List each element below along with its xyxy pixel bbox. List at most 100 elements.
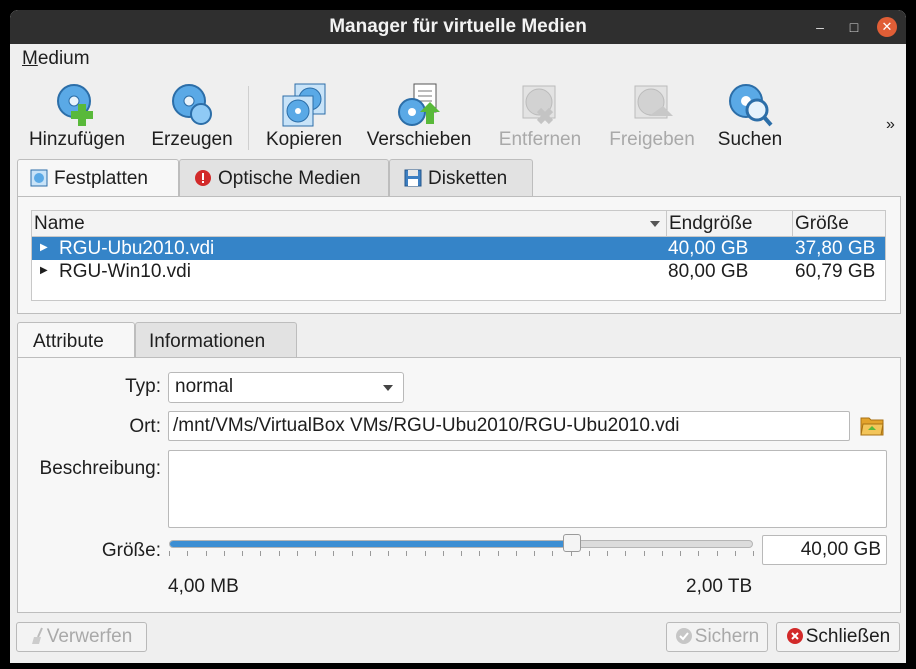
slider-tick (461, 551, 462, 556)
description-field[interactable] (168, 450, 887, 528)
broom-icon (31, 627, 45, 651)
size-slider-handle[interactable] (563, 534, 581, 552)
remove-button-label: Entfernen (498, 129, 582, 150)
slider-tick (443, 551, 444, 556)
table-row[interactable]: ▶ RGU-Ubu2010.vdi 40,00 GB 37,80 GB (32, 237, 885, 260)
tab-hard-disks-label: Festplatten (54, 168, 148, 189)
slider-tick (333, 551, 334, 556)
slider-tick (187, 551, 188, 556)
size-min-label: 4,00 MB (168, 576, 239, 597)
virtual-media-manager-window: Manager für virtuelle Medien – □ ✕ Mediu… (10, 10, 906, 663)
toolbar-overflow-icon[interactable]: » (886, 116, 895, 134)
apply-button-label: Sichern (694, 626, 760, 647)
slider-tick (498, 551, 499, 556)
toolbar: Hinzufügen Erzeugen Kopieren Verschieben (10, 76, 906, 162)
move-button-label: Verschieben (366, 129, 472, 150)
slider-tick (206, 551, 207, 556)
location-label: Ort: (129, 416, 161, 437)
slider-tick (242, 551, 243, 556)
chevron-down-icon (383, 385, 393, 391)
menu-medium-rest: edium (37, 48, 90, 69)
remove-button[interactable]: Entfernen (490, 76, 590, 162)
close-button-label: Schließen (805, 626, 891, 647)
close-button[interactable]: Schließen (776, 622, 900, 652)
slider-tick (625, 551, 626, 556)
release-button-label: Freigeben (609, 129, 695, 150)
copy-button[interactable]: Kopieren (260, 76, 348, 162)
add-button[interactable]: Hinzufügen (22, 76, 132, 162)
copy-disk-icon (281, 82, 327, 128)
slider-tick (406, 551, 407, 556)
row-name: RGU-Ubu2010.vdi (59, 238, 215, 259)
row-name: RGU-Win10.vdi (59, 261, 191, 282)
slider-tick (279, 551, 280, 556)
media-table[interactable]: Name Endgröße Größe ▶ RGU-Ubu2010.vdi 40… (31, 210, 886, 301)
expand-arrow-icon[interactable]: ▶ (40, 242, 48, 253)
slider-tick (388, 551, 389, 556)
move-disk-icon (396, 82, 442, 128)
expand-arrow-icon[interactable]: ▶ (40, 265, 48, 276)
remove-disk-icon (517, 82, 563, 128)
slider-tick (589, 551, 590, 556)
media-list-panel: Name Endgröße Größe ▶ RGU-Ubu2010.vdi 40… (17, 196, 901, 314)
search-disk-icon (727, 82, 773, 128)
toolbar-separator (248, 86, 249, 150)
slider-tick (662, 551, 663, 556)
reset-button-label: Verwerfen (46, 626, 133, 647)
row-endsize: 80,00 GB (668, 261, 749, 282)
create-button-label: Erzeugen (151, 129, 233, 150)
column-header-name[interactable]: Name (32, 211, 666, 237)
floppy-icon (404, 169, 422, 187)
description-label: Beschreibung: (39, 458, 161, 479)
sort-descending-icon (650, 221, 660, 227)
size-max-label: 2,00 TB (686, 576, 753, 597)
column-header-size[interactable]: Größe (792, 211, 885, 237)
slider-tick (297, 551, 298, 556)
slider-tick (698, 551, 699, 556)
tab-attributes[interactable]: Attribute (17, 322, 135, 359)
row-size: 37,80 GB (795, 238, 876, 259)
tab-floppy-disks-label: Disketten (428, 168, 508, 189)
create-disk-icon (169, 82, 215, 128)
maximize-icon[interactable]: □ (844, 17, 864, 37)
release-button[interactable]: Freigeben (602, 76, 702, 162)
tab-optical-media-label: Optische Medien (218, 168, 361, 189)
tab-information[interactable]: Informationen (135, 322, 297, 358)
slider-tick (224, 551, 225, 556)
minimize-icon[interactable]: – (810, 17, 830, 37)
menu-bar: Medium (10, 44, 906, 74)
optical-disc-icon (194, 169, 212, 187)
size-slider[interactable] (169, 540, 753, 548)
slider-tick (315, 551, 316, 556)
tab-hard-disks[interactable]: Festplatten (17, 159, 179, 198)
create-button[interactable]: Erzeugen (144, 76, 240, 162)
type-value: normal (175, 376, 234, 397)
apply-button[interactable]: Sichern (666, 622, 768, 652)
slider-tick (260, 551, 261, 556)
close-window-icon[interactable]: ✕ (877, 17, 897, 37)
tab-floppy-disks[interactable]: Disketten (389, 159, 533, 197)
title-bar[interactable]: Manager für virtuelle Medien – □ ✕ (10, 10, 906, 44)
table-row[interactable]: ▶ RGU-Win10.vdi 80,00 GB 60,79 GB (32, 260, 885, 283)
search-button-label: Suchen (717, 129, 783, 150)
slider-tick (607, 551, 608, 556)
slider-tick (534, 551, 535, 556)
slider-tick (753, 551, 754, 556)
tab-optical-media[interactable]: Optische Medien (179, 159, 389, 197)
type-combobox[interactable]: normal (168, 372, 404, 403)
size-field[interactable]: 40,00 GB (762, 535, 887, 565)
add-disk-icon (54, 82, 100, 128)
location-field[interactable]: /mnt/VMs/VirtualBox VMs/RGU-Ubu2010/RGU-… (168, 411, 850, 441)
column-header-endsize[interactable]: Endgröße (666, 211, 792, 237)
move-button[interactable]: Verschieben (362, 76, 476, 162)
reset-button[interactable]: Verwerfen (16, 622, 147, 652)
cancel-icon (786, 627, 804, 651)
slider-tick (552, 551, 553, 556)
slider-tick (717, 551, 718, 556)
search-button[interactable]: Suchen (710, 76, 790, 162)
slider-tick (571, 551, 572, 556)
menu-medium[interactable]: Medium (22, 48, 90, 70)
slider-tick (516, 551, 517, 556)
folder-icon[interactable] (860, 414, 884, 436)
column-header-name-label: Name (34, 213, 85, 234)
